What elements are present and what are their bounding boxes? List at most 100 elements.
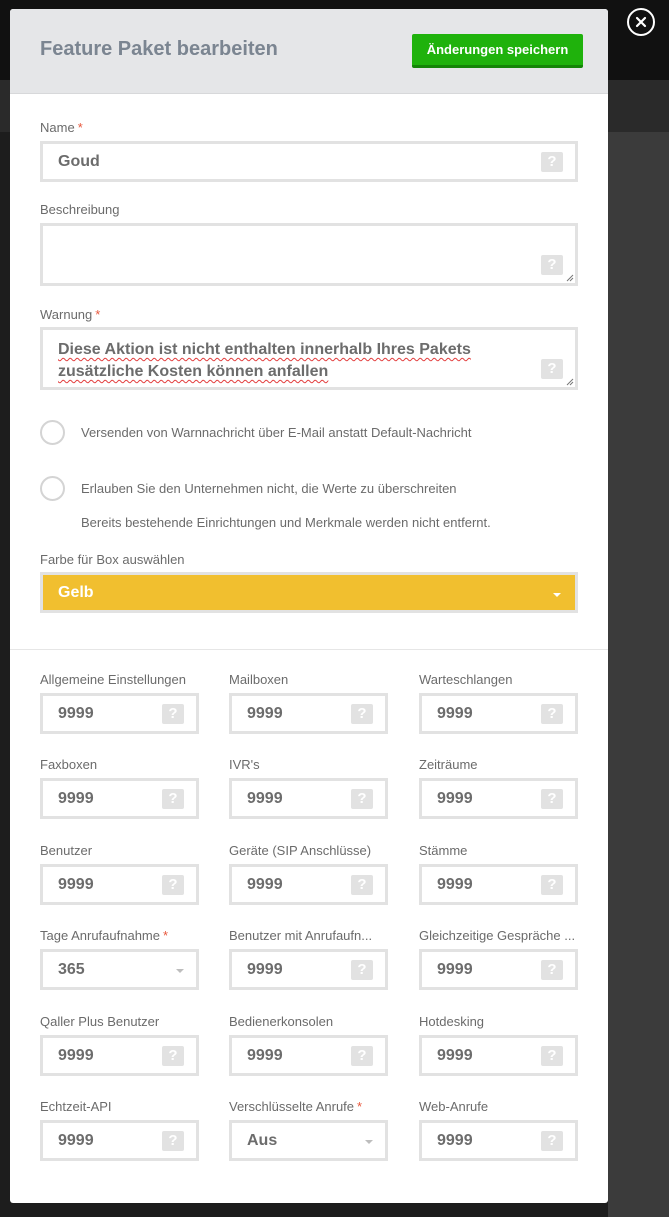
- required-marker: *: [162, 928, 169, 943]
- limit-label: Stämme: [419, 843, 467, 858]
- email-warning-label: Versenden von Warnnachricht über E-Mail …: [81, 425, 472, 440]
- help-icon[interactable]: ?: [541, 874, 563, 895]
- required-marker: *: [95, 307, 101, 322]
- help-icon[interactable]: ?: [162, 874, 184, 895]
- limit-input[interactable]: 9999?: [40, 693, 199, 734]
- limit-input[interactable]: 9999?: [40, 864, 199, 905]
- limit-label: Tage Anrufaufnahme *: [40, 928, 168, 943]
- limit-label-text: Bedienerkonsolen: [229, 1014, 334, 1029]
- color-select[interactable]: Gelb: [40, 572, 578, 613]
- limit-label-text: Benutzer mit Anrufaufn...: [229, 928, 373, 943]
- limit-label-text: Mailboxen: [229, 672, 289, 687]
- limit-value: 9999: [437, 1131, 473, 1149]
- limit-label: Allgemeine Einstellungen: [40, 672, 186, 687]
- limit-input[interactable]: 9999?: [419, 778, 578, 819]
- limit-label: Benutzer mit Anrufaufn...: [229, 928, 372, 943]
- limit-label-text: Hotdesking: [419, 1014, 485, 1029]
- help-icon[interactable]: ?: [351, 959, 373, 980]
- help-icon[interactable]: ?: [541, 255, 563, 275]
- help-icon[interactable]: ?: [541, 151, 563, 172]
- limit-label-text: Tage Anrufaufnahme: [40, 928, 160, 943]
- limit-label: Faxboxen: [40, 757, 97, 772]
- limit-input[interactable]: 9999?: [40, 778, 199, 819]
- limit-label: Bedienerkonsolen: [229, 1014, 333, 1029]
- help-icon[interactable]: ?: [351, 703, 373, 724]
- limit-value: 9999: [58, 789, 94, 807]
- limit-label: Benutzer: [40, 843, 92, 858]
- help-icon[interactable]: ?: [162, 1045, 184, 1066]
- close-icon: [635, 16, 647, 28]
- modal-title: Feature Paket bearbeiten: [40, 38, 278, 60]
- limit-input[interactable]: 9999?: [229, 949, 388, 990]
- help-icon[interactable]: ?: [541, 788, 563, 809]
- help-icon[interactable]: ?: [162, 703, 184, 724]
- limit-select[interactable]: 365: [40, 949, 199, 990]
- name-label-text: Name: [40, 120, 75, 135]
- limit-value: 9999: [437, 1046, 473, 1064]
- limit-value: Aus: [247, 1131, 278, 1149]
- limit-label-text: IVR's: [229, 757, 260, 772]
- limit-input[interactable]: 9999?: [40, 1120, 199, 1161]
- no-exceed-label: Erlauben Sie den Unternehmen nicht, die …: [81, 481, 457, 496]
- limit-label-text: Faxboxen: [40, 757, 98, 772]
- limit-input[interactable]: 9999?: [229, 864, 388, 905]
- limit-label-text: Zeiträume: [419, 757, 478, 772]
- limit-input[interactable]: 9999?: [419, 693, 578, 734]
- help-icon[interactable]: ?: [541, 359, 563, 379]
- help-icon[interactable]: ?: [541, 1045, 563, 1066]
- limit-label-text: Benutzer: [40, 843, 93, 858]
- limit-value: 9999: [437, 704, 473, 722]
- resize-grip-icon[interactable]: [566, 274, 574, 282]
- limit-value: 9999: [437, 960, 473, 978]
- required-marker: *: [357, 1099, 363, 1114]
- limit-label: Warteschlangen: [419, 672, 512, 687]
- limit-label-text: Warteschlangen: [419, 672, 513, 687]
- help-icon[interactable]: ?: [541, 1130, 563, 1151]
- limit-label-text: Qaller Plus Benutzer: [40, 1014, 160, 1029]
- close-modal-button[interactable]: [627, 8, 655, 36]
- resize-grip-icon[interactable]: [566, 378, 574, 386]
- name-input[interactable]: Goud ?: [40, 141, 578, 182]
- warning-label-text: Warnung: [40, 307, 93, 322]
- limit-value: 365: [58, 960, 85, 978]
- limit-input[interactable]: 9999?: [419, 864, 578, 905]
- limit-input[interactable]: 9999?: [40, 1035, 199, 1076]
- limit-input[interactable]: 9999?: [229, 693, 388, 734]
- limit-select[interactable]: Aus: [229, 1120, 388, 1161]
- limit-value: 9999: [247, 789, 283, 807]
- save-changes-button[interactable]: Änderungen speichern: [412, 34, 583, 68]
- limit-input[interactable]: 9999?: [419, 1120, 578, 1161]
- limit-label: Web-Anrufe: [419, 1099, 488, 1114]
- description-label: Beschreibung: [40, 202, 120, 217]
- help-icon[interactable]: ?: [541, 703, 563, 724]
- help-icon[interactable]: ?: [351, 788, 373, 809]
- no-exceed-radio[interactable]: [40, 476, 65, 501]
- chevron-down-icon: [553, 593, 561, 597]
- limit-value: 9999: [247, 1046, 283, 1064]
- limit-input[interactable]: 9999?: [229, 778, 388, 819]
- help-icon[interactable]: ?: [351, 1045, 373, 1066]
- limit-input[interactable]: 9999?: [419, 949, 578, 990]
- description-textarea[interactable]: ?: [40, 223, 578, 286]
- help-icon[interactable]: ?: [162, 788, 184, 809]
- required-marker: *: [77, 120, 83, 135]
- limit-input[interactable]: 9999?: [419, 1035, 578, 1076]
- limit-label-text: Verschlüsselte Anrufe: [229, 1099, 355, 1114]
- limit-value: 9999: [58, 1046, 94, 1064]
- email-warning-radio[interactable]: [40, 420, 65, 445]
- limit-label-text: Echtzeit-API: [40, 1099, 112, 1114]
- limit-value: 9999: [58, 875, 94, 893]
- warning-textarea[interactable]: Diese Aktion ist nicht enthalten innerha…: [40, 327, 578, 390]
- warning-label: Warnung *: [40, 307, 100, 322]
- limit-input[interactable]: 9999?: [229, 1035, 388, 1076]
- name-value: Goud: [58, 152, 100, 170]
- help-icon[interactable]: ?: [351, 874, 373, 895]
- limit-label: Hotdesking: [419, 1014, 484, 1029]
- limit-label-text: Allgemeine Einstellungen: [40, 672, 186, 687]
- limit-value: 9999: [247, 875, 283, 893]
- limit-label: IVR's: [229, 757, 260, 772]
- help-icon[interactable]: ?: [541, 959, 563, 980]
- warning-value: Diese Aktion ist nicht enthalten innerha…: [58, 341, 471, 380]
- color-label: Farbe für Box auswählen: [40, 552, 185, 567]
- help-icon[interactable]: ?: [162, 1130, 184, 1151]
